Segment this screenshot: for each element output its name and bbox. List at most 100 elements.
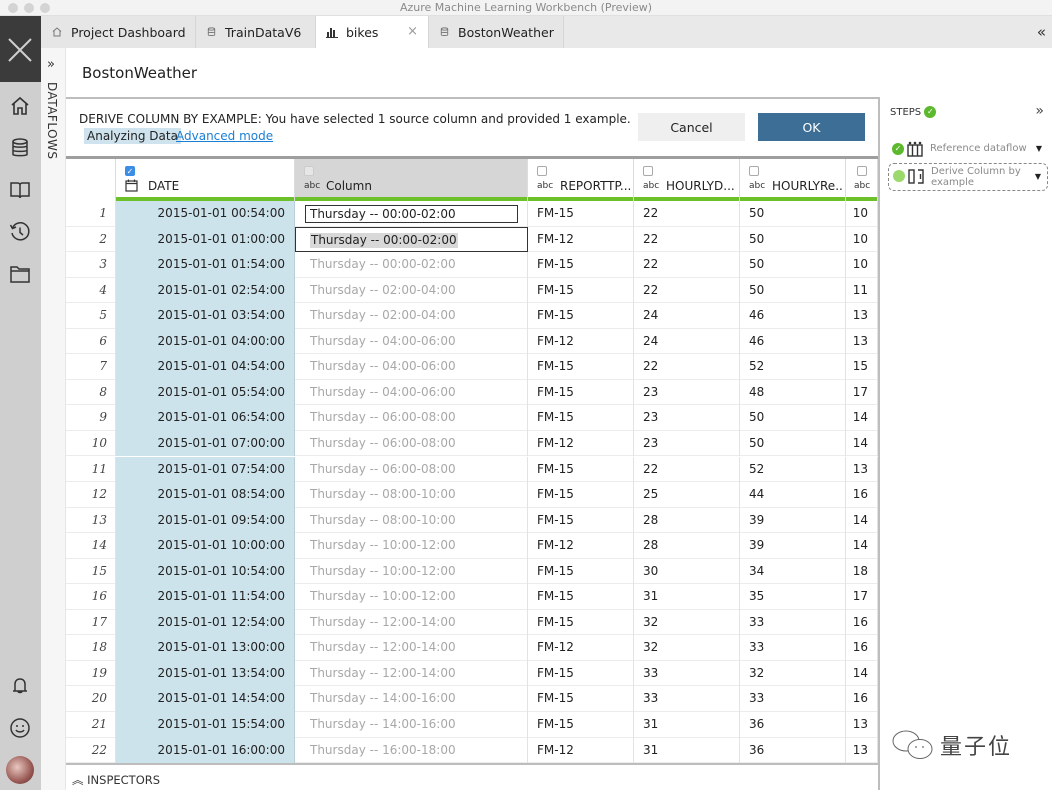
collapse-steps-icon[interactable]: » [1035,103,1044,119]
table-row[interactable]: 7 2015-01-01 04:54:00 Thursday -- 04:00-06… [66,354,878,380]
cell-date[interactable]: 2015-01-01 05:54:00 [116,379,295,406]
cell-hourlyd[interactable]: 33 [634,686,740,712]
cell-derived-column[interactable]: Thursday -- 12:00-14:00 [295,609,528,636]
column-select-checkbox[interactable]: ✓ [125,166,135,176]
cell-hourlyd[interactable]: 22 [634,354,740,380]
cell-hourlyd[interactable]: 23 [634,430,740,457]
row-number[interactable]: 7 [66,354,116,380]
folder-icon[interactable] [8,262,32,286]
cell-date[interactable]: 2015-01-01 10:54:00 [116,558,295,585]
row-number[interactable]: 11 [66,456,116,482]
step-derive-column[interactable]: Derive Column by example ▼ [888,163,1048,191]
row-number[interactable]: 6 [66,328,116,355]
cell-truncated[interactable]: 16 [846,609,878,636]
cell-derived-column[interactable]: Thursday -- 02:00-04:00 [295,303,528,329]
row-number[interactable]: 4 [66,277,116,304]
cell-hourlyre[interactable]: 39 [740,507,846,534]
close-panel-button[interactable] [0,16,41,82]
example-edit-box[interactable]: Thursday -- 00:00-02:00 [295,226,528,252]
cell-date[interactable]: 2015-01-01 01:54:00 [116,252,295,278]
cell-derived-column[interactable]: Thursday -- 04:00-06:00 [295,354,528,380]
cell-truncated[interactable]: 17 [846,379,878,406]
cell-hourlyd[interactable]: 28 [634,533,740,559]
cell-derived-column[interactable]: Thursday -- 16:00-18:00 [295,737,528,764]
inspectors-toggle[interactable]: ︽ INSPECTORS [72,772,160,788]
cell-truncated[interactable]: 13 [846,737,878,764]
cell-hourlyd[interactable]: 24 [634,303,740,329]
table-row[interactable]: 4 2015-01-01 02:54:00 Thursday -- 02:00-04… [66,277,878,304]
cell-hourlyre[interactable]: 34 [740,558,846,585]
dataflows-panel-toggle[interactable]: » DATAFLOWS [41,48,66,790]
cell-date[interactable]: 2015-01-01 00:54:00 [116,201,295,227]
cell-hourlyre[interactable]: 50 [740,277,846,304]
cell-reporttype[interactable]: FM-15 [528,507,634,534]
smiley-icon[interactable] [8,716,32,740]
cell-reporttype[interactable]: FM-15 [528,686,634,712]
table-row[interactable]: 20 2015-01-01 14:54:00 Thursday -- 14:00-1… [66,686,878,712]
column-select-checkbox[interactable] [749,166,759,176]
cell-truncated[interactable]: 14 [846,430,878,457]
cell-derived-column[interactable]: Thursday -- 10:00-12:00 [295,533,528,559]
cell-hourlyre[interactable]: 33 [740,635,846,661]
collapse-panel-icon[interactable]: « [1037,23,1046,41]
table-row[interactable]: 5 2015-01-01 03:54:00 Thursday -- 02:00-04… [66,303,878,329]
cell-date[interactable]: 2015-01-01 03:54:00 [116,303,295,329]
row-number[interactable]: 10 [66,430,116,457]
cell-derived-column[interactable]: Thursday -- 06:00-08:00 [295,430,528,457]
cell-hourlyd[interactable]: 30 [634,558,740,585]
row-number[interactable]: 16 [66,584,116,610]
column-header-truncated[interactable]: abc [846,159,878,201]
cell-reporttype[interactable]: FM-15 [528,277,634,304]
cell-truncated[interactable]: 18 [846,558,878,585]
table-row[interactable]: 2 2015-01-01 01:00:00 Thursday -- 00:00-02… [66,226,878,253]
cell-reporttype[interactable]: FM-15 [528,456,634,482]
cell-hourlyd[interactable]: 24 [634,328,740,355]
cell-truncated[interactable]: 14 [846,533,878,559]
cell-date[interactable]: 2015-01-01 10:00:00 [116,533,295,559]
cell-reporttype[interactable]: FM-15 [528,303,634,329]
table-row[interactable]: 16 2015-01-01 11:54:00 Thursday -- 10:00-1… [66,584,878,610]
cell-truncated[interactable]: 13 [846,712,878,738]
cell-derived-column[interactable]: Thursday -- 14:00-16:00 [295,712,528,738]
cell-date[interactable]: 2015-01-01 11:54:00 [116,584,295,610]
cell-truncated[interactable]: 11 [846,277,878,304]
row-number[interactable]: 14 [66,533,116,559]
row-number[interactable]: 22 [66,737,116,764]
cell-hourlyre[interactable]: 46 [740,328,846,355]
cell-hourlyre[interactable]: 50 [740,201,846,227]
cell-truncated[interactable]: 15 [846,354,878,380]
table-row[interactable]: 18 2015-01-01 13:00:00 Thursday -- 12:00-1… [66,635,878,661]
cell-date[interactable]: 2015-01-01 08:54:00 [116,482,295,508]
cell-truncated[interactable]: 13 [846,303,878,329]
table-row[interactable]: 10 2015-01-01 07:00:00 Thursday -- 06:00-0… [66,430,878,457]
cell-derived-column[interactable]: Thursday -- 06:00-08:00 [295,456,528,482]
step-reference-dataflow[interactable]: ✓ Reference dataflow ▼ [888,137,1048,163]
cell-date[interactable]: 2015-01-01 16:00:00 [116,737,295,764]
cell-derived-column[interactable]: Thursday -- 10:00-12:00 [295,558,528,585]
cell-hourlyre[interactable]: 52 [740,456,846,482]
cell-truncated[interactable]: 14 [846,405,878,431]
cell-reporttype[interactable]: FM-15 [528,584,634,610]
cell-hourlyre[interactable]: 35 [740,584,846,610]
cell-date[interactable]: 2015-01-01 07:54:00 [116,456,295,482]
cell-hourlyre[interactable]: 39 [740,533,846,559]
column-select-checkbox[interactable] [643,166,653,176]
cell-hourlyre[interactable]: 36 [740,712,846,738]
cell-hourlyd[interactable]: 32 [634,609,740,636]
row-number[interactable]: 21 [66,712,116,738]
cell-truncated[interactable]: 16 [846,635,878,661]
cell-derived-column[interactable]: Thursday -- 14:00-16:00 [295,686,528,712]
cell-derived-column[interactable]: Thursday -- 08:00-10:00 [295,482,528,508]
cell-hourlyd[interactable]: 23 [634,379,740,406]
table-row[interactable]: 13 2015-01-01 09:54:00 Thursday -- 08:00-1… [66,507,878,534]
table-row[interactable]: 8 2015-01-01 05:54:00 Thursday -- 04:00-06… [66,379,878,406]
cell-date[interactable]: 2015-01-01 09:54:00 [116,507,295,534]
column-select-checkbox[interactable] [537,166,547,176]
column-header-derived[interactable]: abc Column [295,159,528,201]
cell-reporttype[interactable]: FM-15 [528,712,634,738]
cell-date[interactable]: 2015-01-01 14:54:00 [116,686,295,712]
cell-reporttype[interactable]: FM-12 [528,635,634,661]
expand-chevron-icon[interactable]: » [47,57,55,72]
cell-hourlyd[interactable]: 22 [634,226,740,253]
cell-date[interactable]: 2015-01-01 13:00:00 [116,635,295,661]
